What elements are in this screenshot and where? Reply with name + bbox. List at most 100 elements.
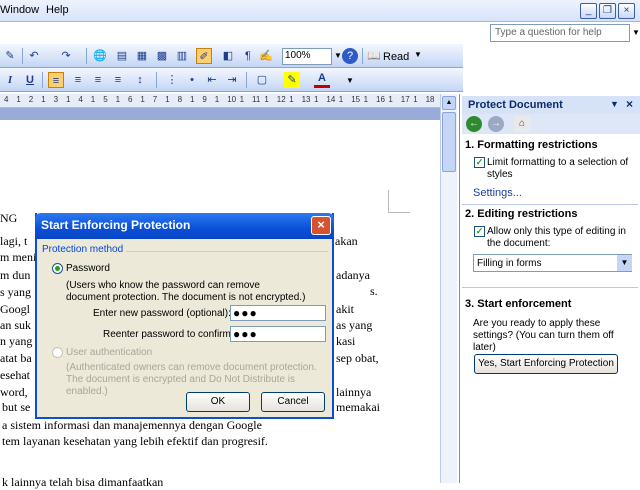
highlight-icon[interactable]: ✎: [284, 72, 300, 88]
line-spacing-icon[interactable]: ↕: [132, 72, 148, 88]
document-line-fragment[interactable]: lainnya: [336, 385, 371, 400]
justify-icon[interactable]: ≡: [110, 72, 126, 88]
ruler-mark: 9: [202, 95, 207, 104]
document-line[interactable]: s yang: [0, 285, 31, 300]
document-line-fragment[interactable]: akan: [335, 234, 358, 249]
ruler-mark: 1: [289, 95, 294, 104]
minimize-button[interactable]: _: [580, 3, 597, 19]
chevron-down-icon[interactable]: ▼: [617, 255, 632, 271]
insert-table-icon[interactable]: ▦: [134, 48, 150, 64]
restore-button[interactable]: ❐: [599, 3, 616, 19]
dialog-title: Start Enforcing Protection: [35, 213, 334, 239]
document-line[interactable]: an suk: [0, 318, 31, 333]
zoom-select[interactable]: 100%: [282, 48, 332, 65]
toolbar-options-icon-2[interactable]: ▼: [346, 76, 354, 85]
limit-formatting-checkbox[interactable]: ✓: [474, 157, 485, 168]
read-icon[interactable]: 📖: [366, 48, 382, 64]
bullets-icon[interactable]: •: [184, 72, 200, 88]
scroll-thumb[interactable]: [442, 112, 456, 172]
forward-icon[interactable]: →: [488, 116, 504, 132]
document-line[interactable]: atat ba: [0, 351, 32, 366]
ruler-mark: 1: [239, 95, 245, 104]
ruler-mark: 17: [400, 95, 410, 104]
italic-button[interactable]: I: [2, 72, 18, 88]
scroll-up-arrow-icon[interactable]: ▲: [442, 96, 456, 110]
menu-help[interactable]: Help: [46, 4, 69, 16]
columns-icon[interactable]: ▥: [174, 48, 190, 64]
task-pane-nav: ← → ⌂: [462, 114, 640, 134]
document-line-fragment[interactable]: akit: [336, 302, 354, 317]
format-painter-icon[interactable]: ✎: [2, 48, 18, 64]
decrease-indent-icon[interactable]: ⇤: [204, 72, 220, 88]
document-line[interactable]: esehat: [0, 368, 30, 383]
numbering-icon[interactable]: ⋮: [164, 72, 180, 88]
vertical-scrollbar[interactable]: ▲: [440, 94, 457, 483]
ruler-mark: 3: [53, 95, 59, 104]
help-icon[interactable]: ?: [342, 48, 358, 64]
document-line-fragment[interactable]: memakai: [336, 400, 380, 415]
horizontal-ruler: 4 1 2 1 3 1 4 1 5 1 6 1 7 1 8 1 9 1 10 1 11 1 12 1 13 1 14 1 15 1 16 1 1…: [0, 94, 440, 108]
document-line[interactable]: word,: [0, 385, 28, 400]
document-line[interactable]: lagi, t: [0, 234, 27, 249]
document-line[interactable]: tem layanan kesehatan yang lebih efektif…: [2, 434, 268, 449]
align-center-icon[interactable]: ≡: [70, 72, 86, 88]
document-line-fragment[interactable]: sep obat,: [336, 351, 379, 366]
document-line[interactable]: Googl: [0, 302, 30, 317]
document-line[interactable]: n yang: [0, 334, 32, 349]
redo-icon[interactable]: ↷: [58, 48, 74, 64]
new-password-input[interactable]: ●●●: [230, 305, 326, 321]
settings-link[interactable]: Settings...: [473, 187, 522, 199]
editing-type-select[interactable]: Filling in forms ▼: [473, 254, 632, 272]
ruler-mark: 2: [28, 95, 34, 104]
document-line-fragment[interactable]: adanya: [336, 268, 370, 283]
document-line[interactable]: m dun: [0, 268, 30, 283]
ask-question-input[interactable]: Type a question for help: [490, 24, 630, 42]
ruler-mark: 8: [177, 95, 183, 104]
document-line[interactable]: a sistem informasi dan manajemennya deng…: [2, 418, 262, 433]
allow-editing-checkbox[interactable]: ✓: [474, 226, 485, 237]
menu-window[interactable]: Window: [0, 4, 39, 16]
undo-icon[interactable]: ↶: [26, 48, 42, 64]
drawing-icon[interactable]: ✐: [196, 48, 212, 64]
borders-icon[interactable]: ▢: [254, 72, 270, 88]
font-color-icon[interactable]: A: [314, 72, 330, 88]
align-left-icon[interactable]: ≡: [48, 72, 64, 88]
tables-borders-icon[interactable]: ▤: [114, 48, 130, 64]
chevron-down-icon[interactable]: ▼: [632, 28, 640, 37]
align-right-icon[interactable]: ≡: [90, 72, 106, 88]
zoom-chevron-down-icon[interactable]: ▼: [334, 51, 342, 60]
document-line[interactable]: NG: [0, 211, 17, 226]
password-note: (Users who know the password can remove …: [66, 280, 306, 303]
task-pane-close-icon[interactable]: ×: [626, 97, 633, 111]
underline-button[interactable]: U: [22, 72, 38, 88]
ruler-mark: 1: [90, 95, 96, 104]
toolbar-options-icon[interactable]: ▼: [414, 50, 422, 59]
increase-indent-icon[interactable]: ⇥: [224, 72, 240, 88]
back-icon[interactable]: ←: [466, 116, 482, 132]
confirm-password-input[interactable]: ●●●: [230, 326, 326, 342]
task-pane: [459, 94, 640, 483]
read-button[interactable]: Read: [383, 51, 409, 63]
ok-button[interactable]: OK: [186, 392, 250, 412]
document-top-margin: [0, 108, 440, 120]
start-enforcing-button[interactable]: Yes, Start Enforcing Protection: [474, 354, 618, 374]
document-line-fragment[interactable]: kasi: [336, 334, 355, 349]
task-pane-menu-icon[interactable]: ▼: [610, 99, 619, 109]
document-line[interactable]: but se: [2, 400, 30, 415]
ruler-mark: 11: [252, 95, 261, 104]
document-map-icon[interactable]: ◧: [220, 48, 236, 64]
show-hide-icon[interactable]: ¶: [240, 48, 256, 64]
ruler-mark: 1: [314, 95, 319, 104]
password-radio[interactable]: [52, 263, 63, 274]
ruler-mark: 12: [276, 95, 286, 104]
ink-icon[interactable]: ✍: [258, 48, 274, 64]
document-line-fragment[interactable]: as yang: [336, 318, 372, 333]
insert-excel-icon[interactable]: ▩: [154, 48, 170, 64]
close-window-button[interactable]: ×: [618, 3, 635, 19]
cancel-button[interactable]: Cancel: [261, 392, 325, 412]
dialog-close-icon[interactable]: ×: [311, 216, 331, 235]
home-icon[interactable]: ⌂: [514, 116, 530, 132]
document-line-fragment[interactable]: s.: [370, 284, 378, 299]
hyperlink-icon[interactable]: 🌐: [92, 48, 108, 64]
user-auth-radio[interactable]: [52, 347, 63, 358]
